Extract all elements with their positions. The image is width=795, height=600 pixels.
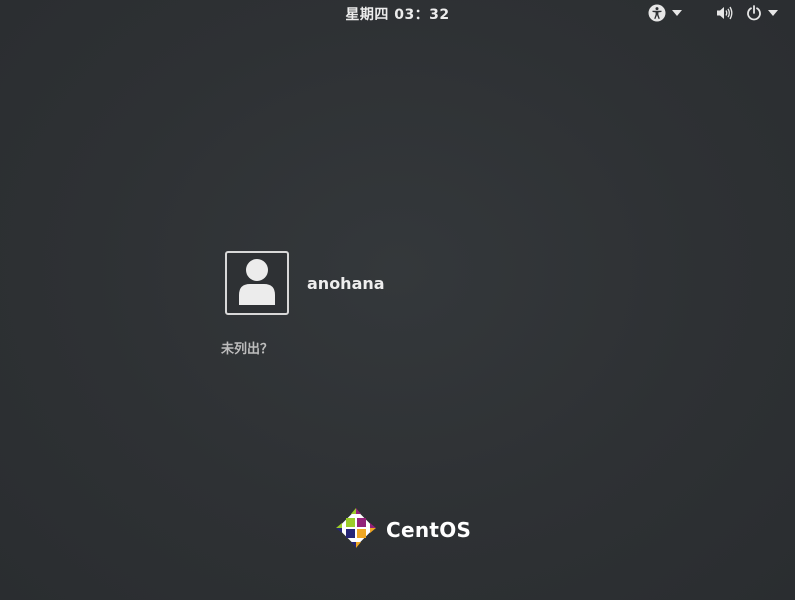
branding: CentOS bbox=[334, 506, 471, 554]
avatar bbox=[225, 251, 289, 315]
login-screen: 星期四 03：32 anohana 未列出？ CentOS bbox=[0, 0, 795, 600]
brand-name: CentOS bbox=[386, 518, 472, 542]
volume-icon bbox=[716, 5, 734, 21]
system-menu-button[interactable] bbox=[716, 2, 778, 24]
accessibility-menu-button[interactable] bbox=[648, 2, 682, 24]
centos-logo-icon bbox=[334, 506, 378, 554]
user-list-item[interactable]: anohana bbox=[225, 251, 385, 315]
chevron-down-icon bbox=[672, 10, 682, 16]
user-avatar-icon bbox=[237, 257, 277, 309]
username-label: anohana bbox=[307, 273, 385, 293]
top-bar: 星期四 03：32 bbox=[0, 0, 795, 26]
chevron-down-icon bbox=[768, 10, 778, 16]
not-listed-button[interactable]: 未列出？ bbox=[221, 338, 273, 357]
power-icon bbox=[746, 5, 762, 21]
accessibility-icon bbox=[648, 4, 666, 22]
